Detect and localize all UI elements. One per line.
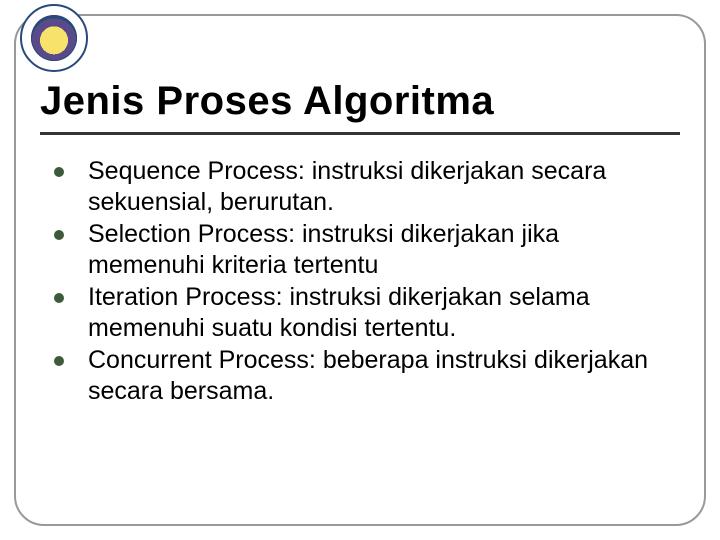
- list-item: Sequence Process: instruksi dikerjakan s…: [48, 156, 660, 217]
- bullet-text: Concurrent Process: beberapa instruksi d…: [88, 346, 648, 405]
- bullet-text: Iteration Process: instruksi dikerjakan …: [88, 283, 590, 342]
- list-item: Concurrent Process: beberapa instruksi d…: [48, 345, 660, 406]
- slide-title: Jenis Proses Algoritma: [40, 80, 680, 122]
- title-underline: [40, 132, 680, 135]
- body-text: Sequence Process: instruksi dikerjakan s…: [48, 156, 660, 408]
- bullet-text: Selection Process: instruksi dikerjakan …: [88, 220, 559, 279]
- list-item: Selection Process: instruksi dikerjakan …: [48, 219, 660, 280]
- bullet-text: Sequence Process: instruksi dikerjakan s…: [88, 157, 606, 216]
- logo-icon: [31, 15, 77, 61]
- slide: Jenis Proses Algoritma Sequence Process:…: [0, 0, 720, 540]
- bullet-list: Sequence Process: instruksi dikerjakan s…: [48, 156, 660, 406]
- list-item: Iteration Process: instruksi dikerjakan …: [48, 282, 660, 343]
- university-logo: [20, 4, 88, 72]
